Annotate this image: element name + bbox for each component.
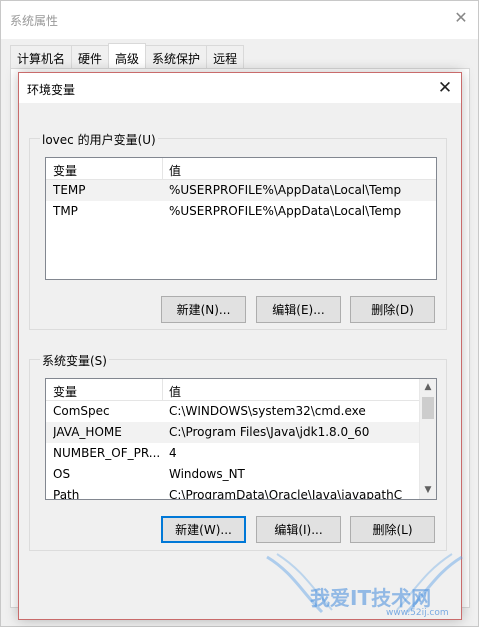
variable-value: %USERPROFILE%\AppData\Local\Temp: [169, 204, 402, 218]
variable-value: C:\Program Files\Java\jdk1.8.0_60: [169, 425, 370, 439]
tab-remote[interactable]: 远程: [206, 45, 245, 69]
tab-hardware[interactable]: 硬件: [71, 45, 110, 69]
system-new-button[interactable]: 新建(W)...: [161, 516, 246, 543]
scroll-up-icon[interactable]: ▲: [420, 379, 436, 396]
system-properties-tabs: 计算机名 硬件 高级 系统保护 远程: [10, 43, 245, 69]
system-variables-group: 系统变量(S) 变量 值 ComSpec C:\WINDOWS\system32…: [29, 352, 447, 551]
user-variables-group: lovec 的用户变量(U) 变量 值 TEMP %USERPROFILE%\A…: [29, 131, 447, 330]
vertical-scrollbar[interactable]: ▲ ▼: [419, 379, 436, 499]
variable-value: C:\ProgramData\Oracle\Java\javapathC: [169, 488, 403, 500]
variable-name: OS: [53, 467, 71, 481]
close-icon[interactable]: ✕: [452, 9, 470, 27]
scroll-thumb[interactable]: [422, 397, 434, 419]
system-variables-list[interactable]: 变量 值 ComSpec C:\WINDOWS\system32\cmd.exe…: [45, 378, 437, 500]
system-variables-label: 系统变量(S): [40, 352, 109, 369]
column-header-value[interactable]: 值: [169, 383, 181, 400]
user-edit-button[interactable]: 编辑(E)...: [256, 296, 341, 323]
variable-value: Windows_NT: [169, 467, 245, 481]
system-edit-button[interactable]: 编辑(I)...: [256, 516, 341, 543]
table-row[interactable]: TMP %USERPROFILE%\AppData\Local\Temp: [46, 201, 436, 222]
user-new-button[interactable]: 新建(N)...: [161, 296, 246, 323]
variable-name: TMP: [53, 204, 78, 218]
user-delete-button[interactable]: 删除(D): [350, 296, 435, 323]
variable-name: TEMP: [53, 183, 86, 197]
system-properties-title: 系统属性: [10, 14, 59, 28]
column-divider[interactable]: [162, 158, 163, 180]
column-header-variable[interactable]: 变量: [53, 383, 77, 400]
column-divider[interactable]: [162, 379, 163, 401]
table-row[interactable]: OS Windows_NT: [46, 464, 436, 485]
variable-value: 4: [169, 446, 177, 460]
list-header: 变量 值: [46, 158, 436, 180]
table-row[interactable]: NUMBER_OF_PR... 4: [46, 443, 436, 464]
system-delete-button[interactable]: 删除(L): [350, 516, 435, 543]
column-header-value[interactable]: 值: [169, 162, 181, 179]
variable-value: %USERPROFILE%\AppData\Local\Temp: [169, 183, 402, 197]
dialog-title: 环境变量: [27, 83, 76, 97]
system-properties-titlebar: 系统属性 ✕: [1, 1, 478, 39]
environment-variables-dialog: 环境变量 ✕ lovec 的用户变量(U) 变量 值 TEMP %USERPRO…: [18, 72, 462, 620]
variable-name: NUMBER_OF_PR...: [53, 446, 159, 460]
table-row[interactable]: Path C:\ProgramData\Oracle\Java\javapath…: [46, 485, 436, 500]
tab-system-protection[interactable]: 系统保护: [145, 45, 208, 69]
list-header: 变量 值: [46, 379, 436, 401]
user-variables-list[interactable]: 变量 值 TEMP %USERPROFILE%\AppData\Local\Te…: [45, 157, 437, 280]
table-row[interactable]: JAVA_HOME C:\Program Files\Java\jdk1.8.0…: [46, 422, 436, 443]
dialog-titlebar: 环境变量 ✕: [19, 73, 461, 103]
scroll-down-icon[interactable]: ▼: [420, 482, 436, 499]
tab-advanced[interactable]: 高级: [108, 43, 147, 69]
table-row[interactable]: TEMP %USERPROFILE%\AppData\Local\Temp: [46, 180, 436, 201]
variable-name: ComSpec: [53, 404, 110, 418]
tab-computer-name[interactable]: 计算机名: [10, 45, 73, 69]
variable-value: C:\WINDOWS\system32\cmd.exe: [169, 404, 366, 418]
table-row[interactable]: ComSpec C:\WINDOWS\system32\cmd.exe: [46, 401, 436, 422]
close-icon[interactable]: ✕: [435, 78, 455, 98]
user-variables-label: lovec 的用户变量(U): [40, 131, 158, 148]
column-header-variable[interactable]: 变量: [53, 162, 77, 179]
variable-name: JAVA_HOME: [53, 425, 122, 439]
variable-name: Path: [53, 488, 80, 500]
